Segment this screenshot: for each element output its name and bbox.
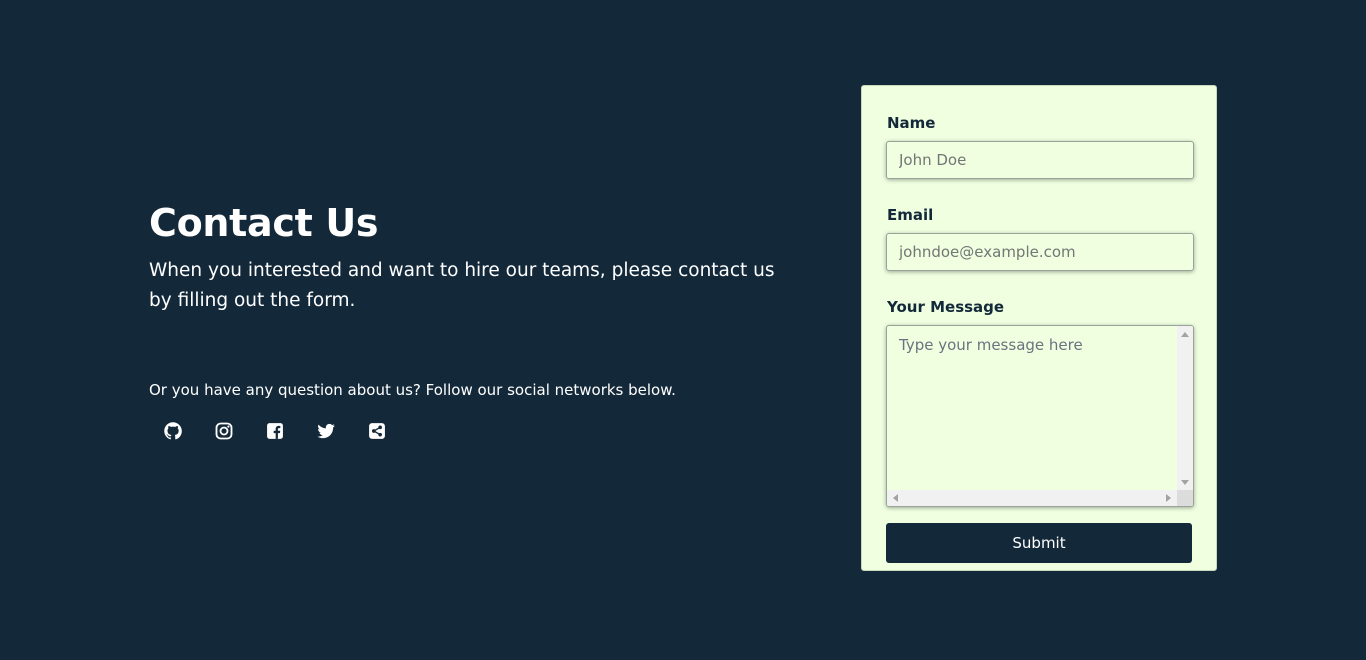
twitter-link[interactable] [316,420,367,442]
facebook-link[interactable] [265,420,316,442]
instagram-icon [215,422,233,440]
scroll-up-icon[interactable] [1181,332,1189,337]
message-placeholder: Type your message here [899,336,1083,354]
github-icon [164,422,182,440]
twitter-icon [317,423,335,439]
social-prompt: Or you have any question about us? Follo… [149,381,676,399]
scroll-left-icon[interactable] [893,494,898,502]
vertical-scrollbar[interactable] [1177,326,1193,490]
social-links [163,420,789,442]
github-link[interactable] [163,420,214,442]
contact-intro: Contact Us When you interested and want … [149,200,789,442]
message-textarea[interactable]: Type your message here [886,325,1194,507]
scroll-right-icon[interactable] [1166,494,1171,502]
contact-page: Contact Us When you interested and want … [0,0,1366,660]
resize-handle[interactable] [1177,490,1193,506]
email-input[interactable] [886,233,1194,271]
message-label: Your Message [887,298,1005,316]
scroll-down-icon[interactable] [1181,480,1189,485]
contact-form: Name Email Your Message Type your messag… [861,85,1217,571]
page-title: Contact Us [149,201,379,245]
name-label: Name [887,114,936,132]
share-link[interactable] [367,420,418,442]
email-label: Email [887,206,934,224]
name-input[interactable] [886,141,1194,179]
facebook-icon [267,423,283,439]
share-icon [369,423,385,439]
intro-description: When you interested and want to hire our… [149,260,775,311]
submit-button[interactable]: Submit [886,523,1192,563]
instagram-link[interactable] [214,420,265,442]
horizontal-scrollbar[interactable] [887,490,1177,506]
